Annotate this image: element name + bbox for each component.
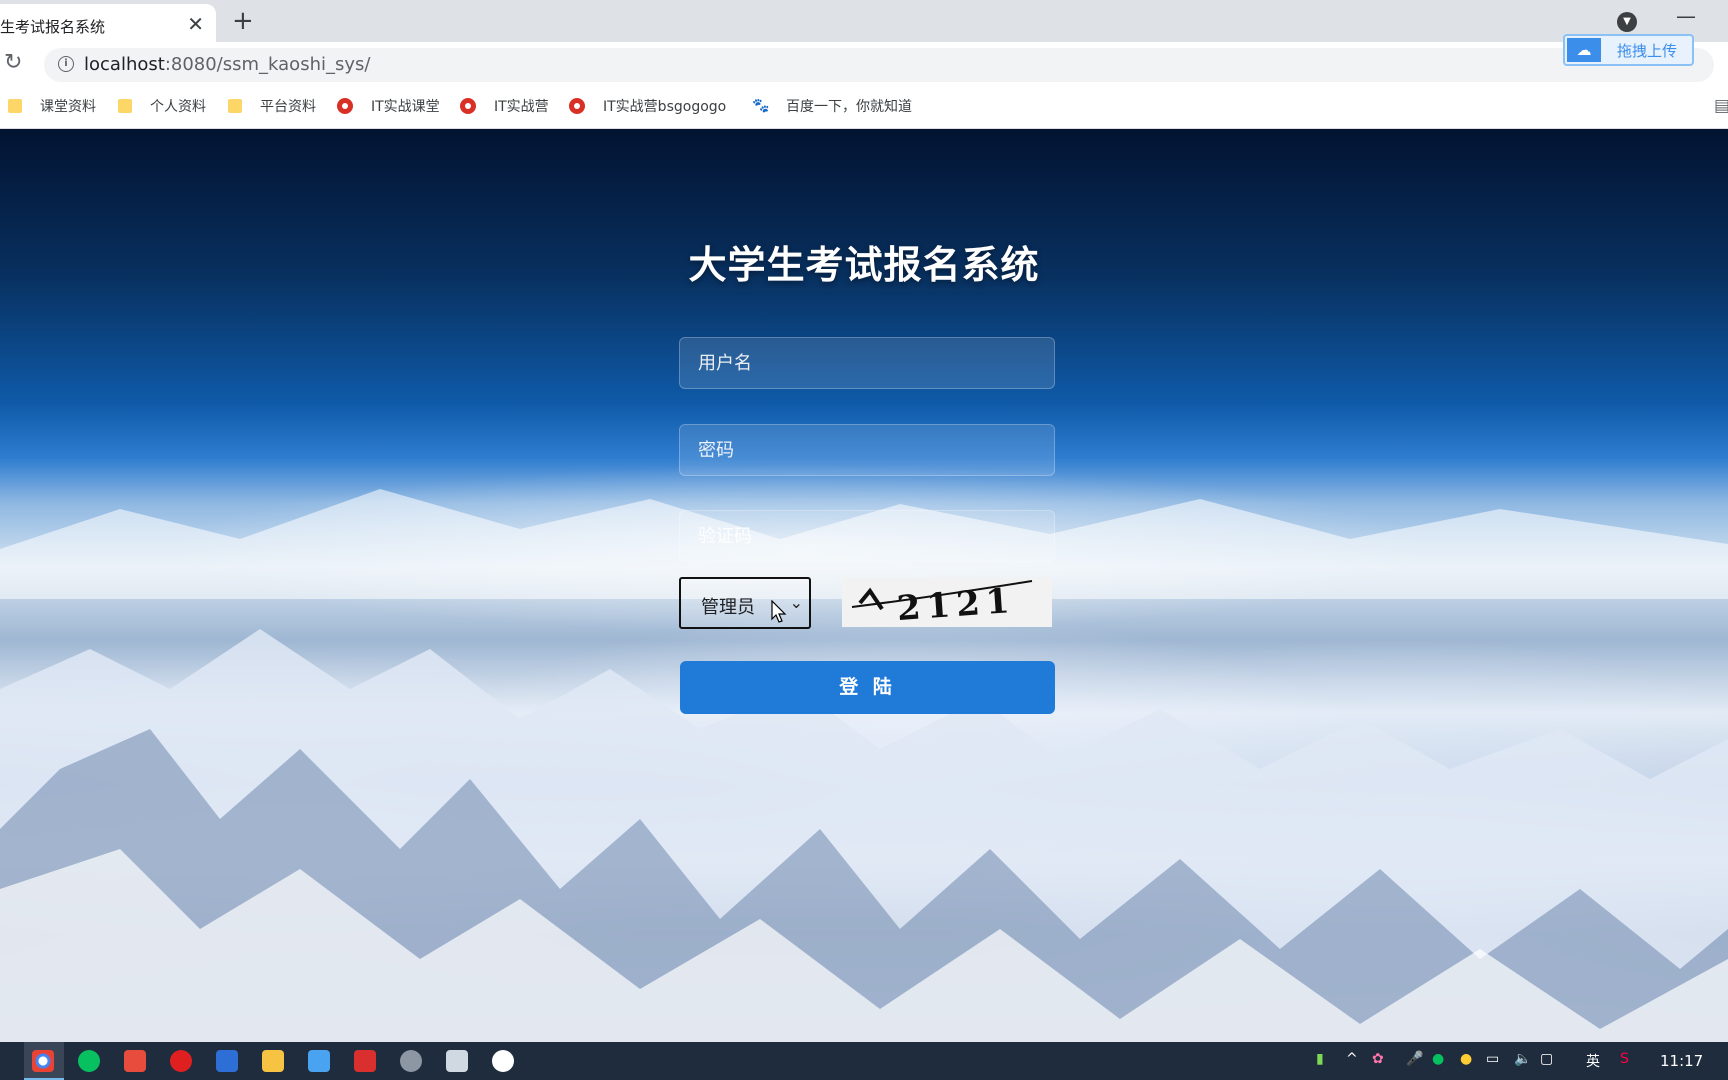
page-title: 大学生考试报名系统 [688, 243, 1040, 287]
taskbar: ▮ ^ ✿ 🎤 ● ● ▭ 🔈 ▢ 英 S 11:17 [0, 1042, 1728, 1080]
clock[interactable]: 11:17 [1660, 1052, 1703, 1070]
browser-tab[interactable]: 生考试报名系统 ✕ [0, 4, 216, 42]
chevron-up-icon[interactable]: ^ [1346, 1051, 1358, 1067]
reading-list-icon[interactable]: ▤ [1714, 96, 1728, 116]
volume-icon[interactable]: 🔈 [1514, 1051, 1531, 1067]
qq-icon[interactable] [492, 1050, 514, 1072]
username-input[interactable] [679, 337, 1055, 389]
mouse-cursor-icon [771, 600, 787, 623]
wps-icon[interactable] [354, 1050, 376, 1072]
bookmark-item[interactable]: 课堂资料 [8, 96, 96, 116]
app-icon[interactable] [446, 1050, 468, 1072]
bookmarks-bar: 课堂资料 个人资料 平台资料 IT实战课堂 IT实战营 IT实战营bsgogog… [0, 88, 1728, 129]
network-icon[interactable]: ▢ [1540, 1051, 1553, 1067]
role-select[interactable]: 管理员 ⌄ [679, 577, 811, 629]
folder-icon [228, 99, 242, 113]
site-icon [569, 98, 585, 114]
bookmark-label: 课堂资料 [40, 99, 96, 115]
netease-music-icon[interactable] [170, 1050, 192, 1072]
wechat-icon[interactable] [78, 1050, 100, 1072]
ime-indicator[interactable]: 英 [1586, 1051, 1600, 1071]
captcha-image[interactable]: 2121 [842, 577, 1052, 627]
app-icon[interactable] [216, 1050, 238, 1072]
reload-icon[interactable]: ↻ [4, 50, 22, 75]
bookmark-label: 个人资料 [150, 99, 206, 115]
minimize-button[interactable]: — [1676, 4, 1696, 28]
app-icon[interactable] [124, 1050, 146, 1072]
password-input[interactable] [679, 424, 1055, 476]
site-icon [337, 98, 353, 114]
microphone-icon[interactable]: 🎤 [1406, 1051, 1423, 1067]
baidu-cloud-icon: ☁ [1567, 38, 1601, 62]
tab-bar: 生考试报名系统 ✕ + ▼ — [0, 0, 1728, 42]
sogou-icon[interactable]: S [1620, 1051, 1629, 1067]
bookmark-label: IT实战课堂 [371, 99, 440, 115]
wechat-tray-icon[interactable]: ● [1432, 1051, 1444, 1067]
new-tab-button[interactable]: + [232, 6, 254, 36]
battery-icon[interactable]: ▭ [1486, 1051, 1499, 1067]
bookmark-label: IT实战营 [494, 99, 549, 115]
url-path: :8080/ssm_kaoshi_sys/ [164, 54, 371, 75]
chrome-icon[interactable] [32, 1050, 54, 1072]
url-host: localhost [84, 54, 165, 75]
bookmark-item[interactable]: IT实战营 [460, 96, 549, 116]
browser-chrome: 生考试报名系统 ✕ + ▼ — ↻ i localhost:8080/ssm_k… [0, 0, 1728, 129]
bookmark-item[interactable]: 平台资料 [228, 96, 316, 116]
bookmark-item[interactable]: 个人资料 [118, 96, 206, 116]
bookmark-item[interactable]: IT实战课堂 [337, 96, 440, 116]
url-text[interactable]: localhost:8080/ssm_kaoshi_sys/ [84, 54, 370, 75]
bookmark-item[interactable]: 🐾 百度一下，你就知道 [752, 96, 912, 116]
browser-toolbar: ↻ i localhost:8080/ssm_kaoshi_sys/ ☆ [0, 42, 1728, 88]
captcha-input[interactable] [679, 510, 1055, 562]
app-icon[interactable] [308, 1050, 330, 1072]
bookmark-label: 平台资料 [260, 99, 316, 115]
tab-close-icon[interactable]: ✕ [187, 12, 204, 36]
site-info-icon[interactable]: i [58, 56, 74, 72]
bookmark-label: 百度一下，你就知道 [786, 99, 912, 115]
login-page: 大学生考试报名系统 管理员 ⌄ 2121 登 陆 [0, 129, 1728, 1042]
bookmark-label: IT实战营bsgogogo [603, 99, 727, 115]
captcha-text: 2121 [896, 581, 1017, 627]
tab-title: 生考试报名系统 [0, 18, 106, 36]
folder-icon [118, 99, 132, 113]
login-button[interactable]: 登 陆 [680, 661, 1055, 714]
folder-icon [8, 99, 22, 113]
baidu-upload-label: 拖拽上传 [1617, 42, 1678, 60]
site-icon [460, 98, 476, 114]
baidu-upload-widget[interactable]: ☁ 拖拽上传 [1563, 34, 1694, 66]
tray-app-icon[interactable]: ✿ [1372, 1051, 1384, 1067]
baidu-paw-icon: 🐾 [752, 98, 770, 114]
qq-tray-icon[interactable]: ● [1460, 1051, 1472, 1067]
file-explorer-icon[interactable] [262, 1050, 284, 1072]
battery-saver-icon[interactable]: ▮ [1316, 1051, 1324, 1067]
settings-icon[interactable] [400, 1050, 422, 1072]
captcha-drawing: 2121 [851, 580, 1033, 627]
chevron-down-icon: ⌄ [789, 593, 803, 612]
bookmark-item[interactable]: IT实战营bsgogogo [569, 96, 726, 116]
role-selected-value: 管理员 [701, 597, 755, 618]
address-bar[interactable]: i localhost:8080/ssm_kaoshi_sys/ ☆ [44, 48, 1714, 82]
profile-icon[interactable]: ▼ [1617, 12, 1637, 32]
